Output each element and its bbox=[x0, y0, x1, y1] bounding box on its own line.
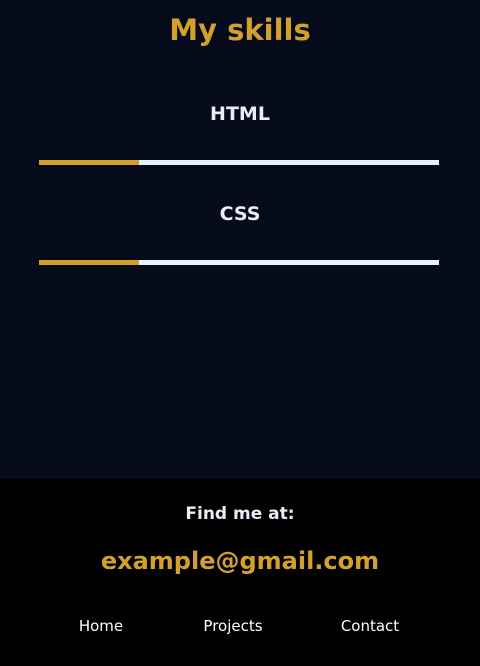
nav-link-projects[interactable]: Projects bbox=[203, 614, 262, 638]
skill-bar-fill-css bbox=[39, 260, 139, 265]
footer-nav: Home Projects Contact bbox=[0, 614, 480, 638]
footer: Find me at: example@gmail.com Home Proje… bbox=[0, 479, 480, 666]
skill-label-css: CSS bbox=[219, 203, 261, 225]
skill-label-html: HTML bbox=[210, 103, 270, 125]
nav-link-home[interactable]: Home bbox=[79, 614, 123, 638]
skill-bar-fill-html bbox=[39, 160, 139, 165]
skills-section: My skills HTML CSS bbox=[0, 0, 480, 479]
skill-bar-css bbox=[39, 260, 439, 265]
email-link[interactable]: example@gmail.com bbox=[0, 545, 480, 577]
skill-bar-html bbox=[39, 160, 439, 165]
page-title: My skills bbox=[169, 13, 311, 47]
footer-heading: Find me at: bbox=[185, 504, 295, 524]
nav-link-contact[interactable]: Contact bbox=[341, 614, 399, 638]
